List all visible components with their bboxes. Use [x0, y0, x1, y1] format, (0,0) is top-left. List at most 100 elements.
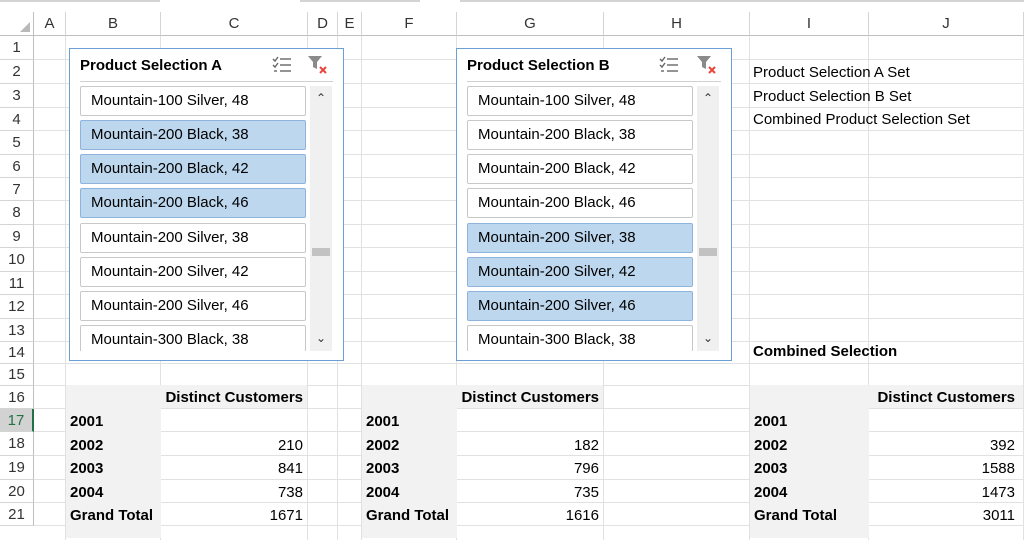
pivot-b-row-label[interactable]: 2003 — [362, 457, 457, 480]
slicer-b-item[interactable]: Mountain-200 Black, 42 — [467, 154, 693, 184]
pivot-a-row-label[interactable]: 2003 — [66, 457, 161, 480]
column-header-f[interactable]: F — [362, 12, 457, 36]
column-header-g[interactable]: G — [457, 12, 604, 36]
slicer-a-item[interactable]: Mountain-300 Black, 38 — [80, 325, 306, 351]
row-header[interactable]: 17 — [0, 409, 34, 432]
pivot-a-row-label[interactable]: 2001 — [66, 410, 161, 433]
pivot-b-row-value[interactable]: 735 — [457, 481, 603, 504]
scrollbar-thumb[interactable] — [699, 248, 717, 256]
pivot-b-row-label[interactable]: 2001 — [362, 410, 457, 433]
column-header-e[interactable]: E — [338, 12, 362, 36]
row-header[interactable]: 18 — [0, 432, 34, 456]
column-header-d[interactable]: D — [308, 12, 338, 36]
pivot-b-row-label[interactable]: 2004 — [362, 481, 457, 504]
row-header[interactable]: 5 — [0, 131, 34, 155]
clear-filter-icon[interactable] — [695, 53, 719, 77]
slicer-product-selection-b[interactable]: Product Selection B Mountain-100 Silver,… — [456, 48, 732, 361]
row-header[interactable]: 6 — [0, 155, 34, 178]
slicer-a-item[interactable]: Mountain-200 Silver, 46 — [80, 291, 306, 321]
column-header-h[interactable]: H — [604, 12, 750, 36]
column-header-b[interactable]: B — [66, 12, 161, 36]
slicer-a-item[interactable]: Mountain-200 Silver, 42 — [80, 257, 306, 287]
set-label-combined[interactable]: Combined Product Selection Set — [750, 108, 1023, 131]
pivot-a-row-value[interactable] — [161, 410, 307, 433]
pivot-c-header[interactable]: Distinct Customers — [869, 386, 1019, 409]
pivot-b-row-value[interactable]: 796 — [457, 457, 603, 480]
pivot-a-row-value[interactable]: 210 — [161, 434, 307, 457]
pivot-a-grand-total-value[interactable]: 1671 — [161, 504, 307, 527]
pivot-c-row-label[interactable]: 2003 — [750, 457, 869, 480]
column-header-j[interactable]: J — [869, 12, 1024, 36]
select-all-corner[interactable] — [0, 12, 34, 36]
row-header[interactable]: 8 — [0, 201, 34, 225]
multi-select-icon[interactable] — [657, 53, 681, 77]
scroll-down-icon[interactable]: ⌄ — [697, 328, 719, 348]
pivot-b-header[interactable]: Distinct Customers — [457, 386, 603, 409]
set-label-a[interactable]: Product Selection A Set — [750, 61, 1023, 84]
pivot-a-row-value[interactable]: 841 — [161, 457, 307, 480]
scroll-down-icon[interactable]: ⌄ — [310, 328, 332, 348]
pivot-c-row-value[interactable]: 392 — [869, 434, 1019, 457]
pivot-a-row-value[interactable]: 738 — [161, 481, 307, 504]
pivot-c-grand-total-value[interactable]: 3011 — [869, 504, 1019, 527]
pivot-c-grand-total-label[interactable]: Grand Total — [750, 504, 869, 527]
row-header[interactable]: 1 — [0, 36, 34, 60]
pivot-b-row-value[interactable] — [457, 410, 603, 433]
scrollbar-thumb[interactable] — [312, 248, 330, 256]
row-header[interactable]: 14 — [0, 342, 34, 364]
column-header-a[interactable]: A — [34, 12, 66, 36]
pivot-b-row-label[interactable]: 2002 — [362, 434, 457, 457]
row-header[interactable]: 7 — [0, 178, 34, 201]
pivot-c-row-value[interactable] — [869, 410, 1019, 433]
pivot-b-grand-total-value[interactable]: 1616 — [457, 504, 603, 527]
pivot-b-row-value[interactable]: 182 — [457, 434, 603, 457]
row-header[interactable]: 4 — [0, 108, 34, 131]
row-header[interactable]: 3 — [0, 84, 34, 108]
slicer-b-item[interactable]: Mountain-200 Silver, 38 — [467, 223, 693, 253]
slicer-a-item[interactable]: Mountain-200 Black, 42 — [80, 154, 306, 184]
pivot-c-row-label[interactable]: 2002 — [750, 434, 869, 457]
clear-filter-icon[interactable] — [306, 53, 330, 77]
pivot-c-row-value[interactable]: 1588 — [869, 457, 1019, 480]
combined-selection-label[interactable]: Combined Selection — [750, 340, 1023, 363]
slicer-product-selection-a[interactable]: Product Selection A Mountain-100 Silver,… — [69, 48, 344, 361]
slicer-b-scrollbar[interactable]: ⌃ ⌄ — [697, 86, 719, 351]
row-header[interactable]: 21 — [0, 503, 34, 526]
slicer-a-item[interactable]: Mountain-200 Silver, 38 — [80, 223, 306, 253]
pivot-a-header[interactable]: Distinct Customers — [161, 386, 307, 409]
scroll-up-icon[interactable]: ⌃ — [310, 88, 332, 108]
slicer-a-scrollbar[interactable]: ⌃ ⌄ — [310, 86, 332, 351]
row-header[interactable]: 2 — [0, 60, 34, 84]
slicer-b-item[interactable]: Mountain-200 Silver, 42 — [467, 257, 693, 287]
set-label-b[interactable]: Product Selection B Set — [750, 85, 1023, 108]
scrollbar-track[interactable] — [697, 86, 719, 351]
slicer-a-item[interactable]: Mountain-200 Black, 38 — [80, 120, 306, 150]
row-header[interactable]: 11 — [0, 272, 34, 295]
slicer-b-item[interactable]: Mountain-100 Silver, 48 — [467, 86, 693, 116]
row-header[interactable]: 9 — [0, 225, 34, 248]
row-header[interactable]: 20 — [0, 480, 34, 503]
row-header[interactable]: 10 — [0, 248, 34, 272]
row-header[interactable]: 16 — [0, 386, 34, 409]
slicer-b-item[interactable]: Mountain-300 Black, 38 — [467, 325, 693, 351]
pivot-a-grand-total-label[interactable]: Grand Total — [66, 504, 161, 527]
row-header[interactable]: 12 — [0, 295, 34, 319]
slicer-a-item[interactable]: Mountain-200 Black, 46 — [80, 188, 306, 218]
pivot-a-row-label[interactable]: 2004 — [66, 481, 161, 504]
slicer-a-item[interactable]: Mountain-100 Silver, 48 — [80, 86, 306, 116]
row-header[interactable]: 13 — [0, 319, 34, 342]
slicer-b-item[interactable]: Mountain-200 Black, 46 — [467, 188, 693, 218]
pivot-c-row-label[interactable]: 2001 — [750, 410, 869, 433]
scrollbar-track[interactable] — [310, 86, 332, 351]
row-header[interactable]: 19 — [0, 456, 34, 480]
scroll-up-icon[interactable]: ⌃ — [697, 88, 719, 108]
pivot-c-row-label[interactable]: 2004 — [750, 481, 869, 504]
column-header-i[interactable]: I — [750, 12, 869, 36]
pivot-c-row-value[interactable]: 1473 — [869, 481, 1019, 504]
pivot-b-grand-total-label[interactable]: Grand Total — [362, 504, 457, 527]
slicer-b-item[interactable]: Mountain-200 Silver, 46 — [467, 291, 693, 321]
pivot-a-row-label[interactable]: 2002 — [66, 434, 161, 457]
slicer-b-item[interactable]: Mountain-200 Black, 38 — [467, 120, 693, 150]
column-header-c[interactable]: C — [161, 12, 308, 36]
multi-select-icon[interactable] — [270, 53, 294, 77]
